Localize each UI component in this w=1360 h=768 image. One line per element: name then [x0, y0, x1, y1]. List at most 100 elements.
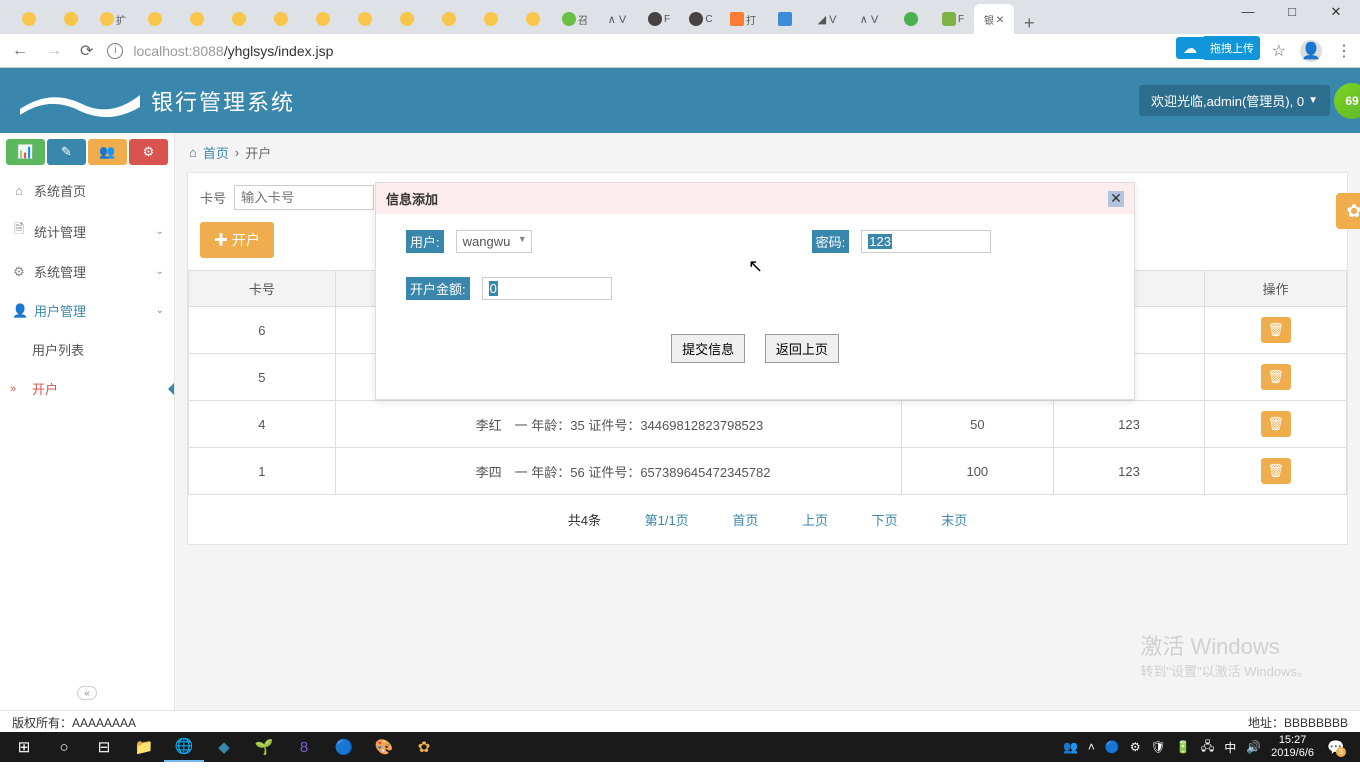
browser-tab[interactable] — [176, 4, 218, 34]
start-button[interactable]: ⊞ — [4, 732, 44, 762]
sidebar-item-home[interactable]: ⌂系统首页 — [0, 171, 174, 210]
ime-icon[interactable]: 中 — [1224, 739, 1236, 756]
task-view-icon[interactable]: ⊟ — [84, 732, 124, 762]
pager-last[interactable]: 末页 — [941, 513, 967, 528]
upload-badge[interactable]: ☁ 拖拽上传 — [1176, 36, 1260, 60]
open-account-button[interactable]: ✚ 开户 — [200, 222, 274, 258]
tray-icon[interactable]: ⚙ — [1130, 740, 1141, 754]
cell-card: 5 — [189, 354, 336, 401]
browser-tab[interactable] — [428, 4, 470, 34]
back-button[interactable]: 返回上页 — [765, 334, 839, 363]
browser-tab[interactable] — [344, 4, 386, 34]
browser-tab[interactable] — [50, 4, 92, 34]
score-badge[interactable]: 69 — [1334, 83, 1360, 119]
pager-first[interactable]: 首页 — [732, 513, 758, 528]
people-icon[interactable]: 👥 — [1063, 740, 1078, 754]
browser-tab[interactable]: C — [680, 4, 722, 34]
stats-icon[interactable]: 📊 — [6, 139, 45, 165]
site-info-icon[interactable]: i — [107, 43, 123, 59]
delete-button[interactable]: 🗑 — [1261, 317, 1291, 343]
notif-count: 3 — [1336, 747, 1346, 757]
sidebar-item-system[interactable]: ⚙系统管理⌄ — [0, 252, 174, 291]
delete-button[interactable]: 🗑 — [1261, 458, 1291, 484]
amount-input[interactable]: 0 — [482, 277, 612, 300]
users-icon[interactable]: 👥 — [88, 139, 127, 165]
volume-icon[interactable]: 🔊 — [1246, 740, 1261, 754]
sidebar-collapse-button[interactable]: « — [77, 686, 97, 700]
cortana-icon[interactable]: ○ — [44, 732, 84, 762]
sidebar-quick-buttons: 📊 ✎ 👥 ⚙ — [0, 133, 174, 171]
card-number-input[interactable] — [234, 185, 374, 210]
profile-icon[interactable]: 👤 — [1300, 40, 1322, 62]
app-icon[interactable]: 🌱 — [244, 732, 284, 762]
browser-tab[interactable]: F — [932, 4, 974, 34]
sidebar-item-userlist[interactable]: 用户列表 — [0, 330, 174, 369]
edit-icon[interactable]: ✎ — [47, 139, 86, 165]
reload-button[interactable]: ⟳ — [76, 37, 97, 65]
delete-button[interactable]: 🗑 — [1261, 411, 1291, 437]
cogs-icon[interactable]: ⚙ — [129, 139, 168, 165]
pager-prev[interactable]: 上页 — [802, 513, 828, 528]
pager-page[interactable]: 第1/1页 — [645, 513, 689, 528]
app-icon[interactable]: ✿ — [404, 732, 444, 762]
window-maximize-button[interactable]: □ — [1280, 4, 1304, 20]
user-select[interactable]: wangwu — [456, 230, 532, 253]
menu-icon[interactable]: ⋮ — [1336, 41, 1352, 61]
browser-tab-active[interactable]: 银× — [974, 4, 1014, 34]
browser-tab[interactable] — [764, 4, 806, 34]
browser-tab[interactable]: 扩 — [92, 4, 134, 34]
bookmark-icon[interactable]: ☆ — [1272, 41, 1286, 61]
browser-tab[interactable]: 打 — [722, 4, 764, 34]
submit-button[interactable]: 提交信息 — [671, 334, 745, 363]
browser-tab[interactable] — [386, 4, 428, 34]
browser-tab[interactable] — [470, 4, 512, 34]
browser-tab[interactable] — [134, 4, 176, 34]
window-close-button[interactable]: ✕ — [1324, 4, 1348, 20]
cell-detail: 李四 一 年龄：56 证件号：657389645472345782 — [335, 448, 901, 495]
sidebar-item-open-account[interactable]: »开户 — [0, 369, 174, 408]
window-minimize-button[interactable]: — — [1236, 4, 1260, 20]
app-icon[interactable]: 🎨 — [364, 732, 404, 762]
app-icon[interactable]: 8 — [284, 732, 324, 762]
network-icon[interactable]: 🖧 — [1201, 737, 1214, 758]
tray-icon[interactable]: 🔵 — [1105, 740, 1120, 754]
modal-close-button[interactable]: ✕ — [1108, 191, 1124, 207]
forward-button[interactable]: → — [42, 38, 66, 64]
url-input[interactable]: localhost:8088/yhglsys/index.jsp — [133, 43, 1261, 59]
notifications-icon[interactable]: 💬3 — [1324, 735, 1348, 759]
tray-chevron-up-icon[interactable]: ˄ — [1088, 740, 1095, 754]
col-action: 操作 — [1205, 271, 1347, 307]
browser-tab[interactable] — [512, 4, 554, 34]
cloud-icon: ☁ — [1176, 37, 1204, 59]
browser-tab[interactable]: ◢ V — [806, 4, 848, 34]
tray-icon[interactable]: 🛡 — [1151, 740, 1166, 754]
pager-next[interactable]: 下页 — [872, 513, 898, 528]
app-title: 银行管理系统 — [151, 85, 295, 117]
settings-fab[interactable]: ✿ — [1336, 193, 1360, 229]
browser-tab[interactable] — [302, 4, 344, 34]
browser-tab[interactable]: ∧ V — [848, 4, 890, 34]
tray-icon[interactable]: 🔋 — [1176, 740, 1191, 754]
app-icon[interactable]: 🔵 — [324, 732, 364, 762]
sidebar-item-stats[interactable]: 🗎统计管理⌄ — [0, 210, 174, 252]
welcome-dropdown[interactable]: 欢迎光临,admin(管理员), 0 ▼ — [1139, 85, 1330, 116]
password-input[interactable]: 123 — [861, 230, 991, 253]
file-explorer-icon[interactable]: 📁 — [124, 732, 164, 762]
chrome-icon[interactable]: 🌐 — [164, 732, 204, 762]
browser-tab[interactable] — [260, 4, 302, 34]
browser-tab[interactable] — [8, 4, 50, 34]
back-button[interactable]: ← — [8, 38, 32, 64]
breadcrumb-home-link[interactable]: 首页 — [203, 143, 229, 162]
breadcrumb-current: 开户 — [245, 143, 271, 162]
browser-tab[interactable] — [218, 4, 260, 34]
browser-tab[interactable]: ∧ V — [596, 4, 638, 34]
delete-button[interactable]: 🗑 — [1261, 364, 1291, 390]
new-tab-button[interactable]: + — [1014, 13, 1045, 34]
sidebar-item-users[interactable]: 👤用户管理⌄ — [0, 291, 174, 330]
app-icon[interactable]: ◆ — [204, 732, 244, 762]
tab-close-icon[interactable]: × — [996, 11, 1004, 27]
browser-tab[interactable]: F — [638, 4, 680, 34]
browser-tab[interactable]: 召 — [554, 4, 596, 34]
browser-tab[interactable] — [890, 4, 932, 34]
taskbar-clock[interactable]: 15:27 2019/6/6 — [1271, 734, 1314, 760]
